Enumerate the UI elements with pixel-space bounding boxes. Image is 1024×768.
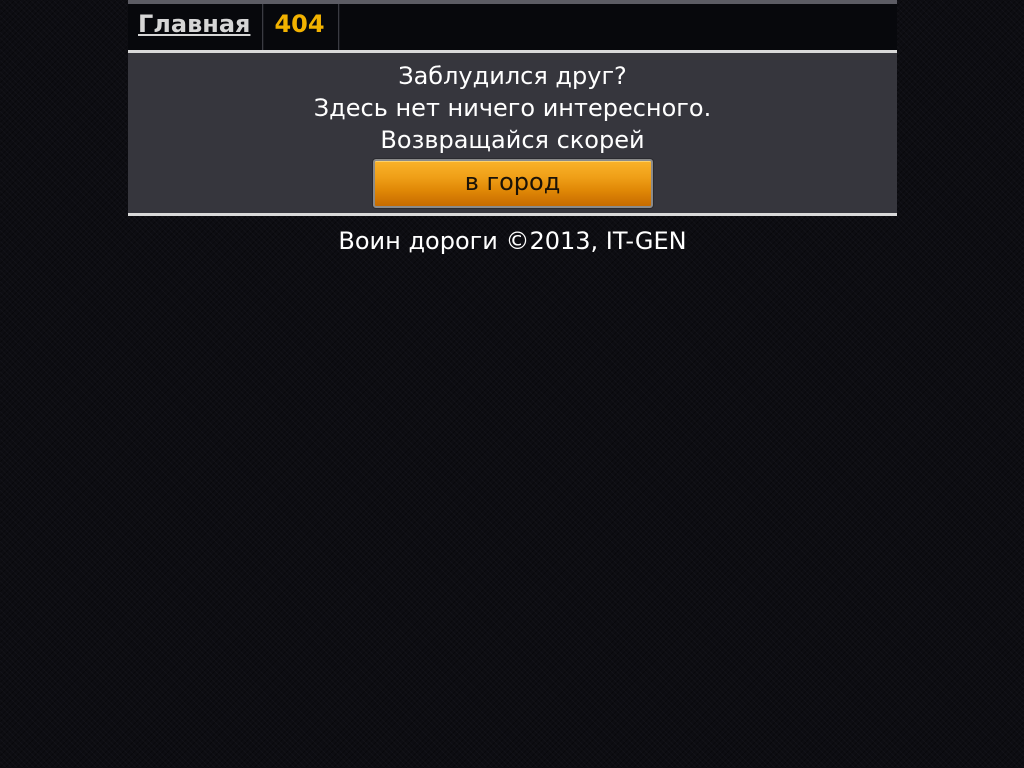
page-container: Главная 404 Заблудился друг? Здесь нет н… [128,0,897,255]
message-line-2: Здесь нет ничего интересного. [313,94,712,122]
go-to-city-button[interactable]: в город [372,159,653,208]
nav-current-page: 404 [263,4,339,50]
error-message-panel: Заблудился друг? Здесь нет ничего интере… [128,50,897,216]
nav-home-link[interactable]: Главная [128,4,264,50]
message-line-3: Возвращайся скорей [380,126,645,154]
top-navigation: Главная 404 [128,0,897,50]
footer-copyright: Воин дороги ©2013, IT-GEN [338,227,687,255]
message-line-1: Заблудился друг? [398,62,627,90]
